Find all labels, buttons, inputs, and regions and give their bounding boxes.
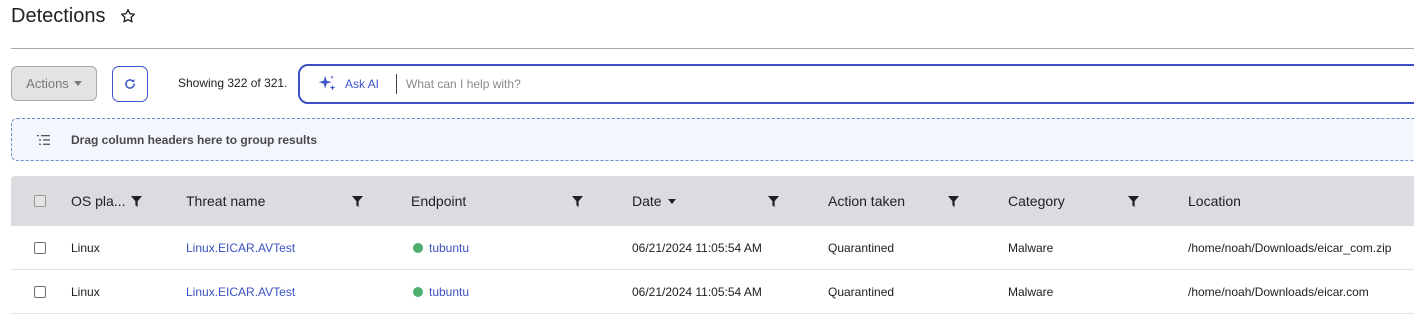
results-count: Showing 322 of 321.: [178, 76, 288, 90]
group-drop-zone-text: Drag column headers here to group result…: [71, 132, 318, 147]
endpoint-link[interactable]: tubuntu: [429, 285, 469, 299]
cell-endpoint: tubuntu: [413, 270, 469, 313]
column-header-label: Location: [1188, 193, 1241, 209]
actions-button[interactable]: Actions: [11, 66, 97, 101]
cell-date: 06/21/2024 11:05:54 AM: [632, 240, 762, 255]
actions-button-label: Actions: [26, 76, 69, 91]
column-header-threat-name[interactable]: Threat name: [186, 176, 265, 226]
column-header-os-platform[interactable]: OS pla...: [71, 176, 143, 226]
column-header-label: Action taken: [828, 193, 906, 209]
threat-name-filter[interactable]: [352, 176, 363, 226]
column-header-date[interactable]: Date: [632, 176, 676, 226]
refresh-button[interactable]: [112, 66, 148, 102]
row-select-cell: [34, 270, 46, 313]
column-header-label: Threat name: [186, 193, 266, 209]
cell-date: 06/21/2024 11:05:54 AM: [632, 284, 762, 299]
filter-icon[interactable]: [948, 195, 959, 207]
row-checkbox[interactable]: [34, 241, 46, 254]
filter-icon[interactable]: [131, 195, 143, 207]
group-list-icon: [37, 134, 50, 145]
cell-os-platform: Linux: [71, 284, 100, 299]
group-drop-zone[interactable]: Drag column headers here to group result…: [11, 118, 1414, 161]
filter-icon[interactable]: [572, 195, 583, 207]
cell-category: Malware: [1008, 284, 1054, 299]
column-header-label: Endpoint: [411, 193, 467, 209]
status-dot-icon: [413, 242, 423, 253]
column-header-category[interactable]: Category: [1008, 176, 1065, 226]
ask-ai-input[interactable]: [406, 77, 1007, 91]
column-header-label: Date: [632, 193, 662, 209]
column-header-action-taken[interactable]: Action taken: [828, 176, 905, 226]
cell-location: /home/noah/Downloads/eicar_com.zip: [1188, 240, 1392, 255]
cell-endpoint: tubuntu: [413, 226, 469, 269]
refresh-icon: [125, 79, 135, 89]
table-header: OS pla... Threat name Endpoint Date Acti…: [11, 176, 1414, 226]
filter-icon[interactable]: [352, 195, 363, 207]
ask-ai-label[interactable]: Ask AI: [345, 77, 379, 91]
ask-ai-bar[interactable]: Ask AI: [298, 64, 1414, 104]
column-header-label: Category: [1008, 193, 1065, 209]
star-icon[interactable]: [119, 7, 137, 25]
column-header-label: OS pla...: [71, 193, 126, 209]
date-filter[interactable]: [768, 176, 779, 226]
table-row[interactable]: Linux Linux.EICAR.AVTest tubuntu 06/21/2…: [11, 226, 1414, 270]
select-all-checkbox[interactable]: [34, 195, 46, 207]
sparkle-icon: [318, 75, 336, 91]
chevron-down-icon: [73, 81, 82, 86]
title-divider: [11, 48, 1414, 49]
column-header-endpoint[interactable]: Endpoint: [411, 176, 466, 226]
threat-name-link[interactable]: Linux.EICAR.AVTest: [186, 226, 295, 269]
action-taken-filter[interactable]: [948, 176, 959, 226]
sort-descending-icon: [667, 198, 676, 204]
category-filter[interactable]: [1128, 176, 1139, 226]
cell-action-taken: Quarantined: [828, 284, 895, 299]
threat-name-link[interactable]: Linux.EICAR.AVTest: [186, 270, 295, 313]
page-title: Detections: [11, 4, 106, 27]
filter-icon[interactable]: [768, 195, 779, 207]
endpoint-link[interactable]: tubuntu: [429, 241, 469, 255]
row-select-cell: [34, 226, 46, 269]
cell-category: Malware: [1008, 240, 1054, 255]
column-header-location[interactable]: Location: [1188, 176, 1241, 226]
table-row[interactable]: Linux Linux.EICAR.AVTest tubuntu 06/21/2…: [11, 270, 1414, 314]
filter-icon[interactable]: [1128, 195, 1139, 207]
cell-os-platform: Linux: [71, 240, 100, 255]
row-checkbox[interactable]: [34, 285, 46, 298]
status-dot-icon: [413, 286, 423, 297]
endpoint-filter[interactable]: [572, 176, 583, 226]
detections-table: OS pla... Threat name Endpoint Date Acti…: [11, 176, 1414, 314]
cell-location: /home/noah/Downloads/eicar.com: [1188, 284, 1369, 299]
ask-ai-divider: [396, 74, 398, 94]
cell-action-taken: Quarantined: [828, 240, 895, 255]
page-header: Detections: [11, 3, 137, 29]
select-all-cell: [34, 176, 46, 226]
